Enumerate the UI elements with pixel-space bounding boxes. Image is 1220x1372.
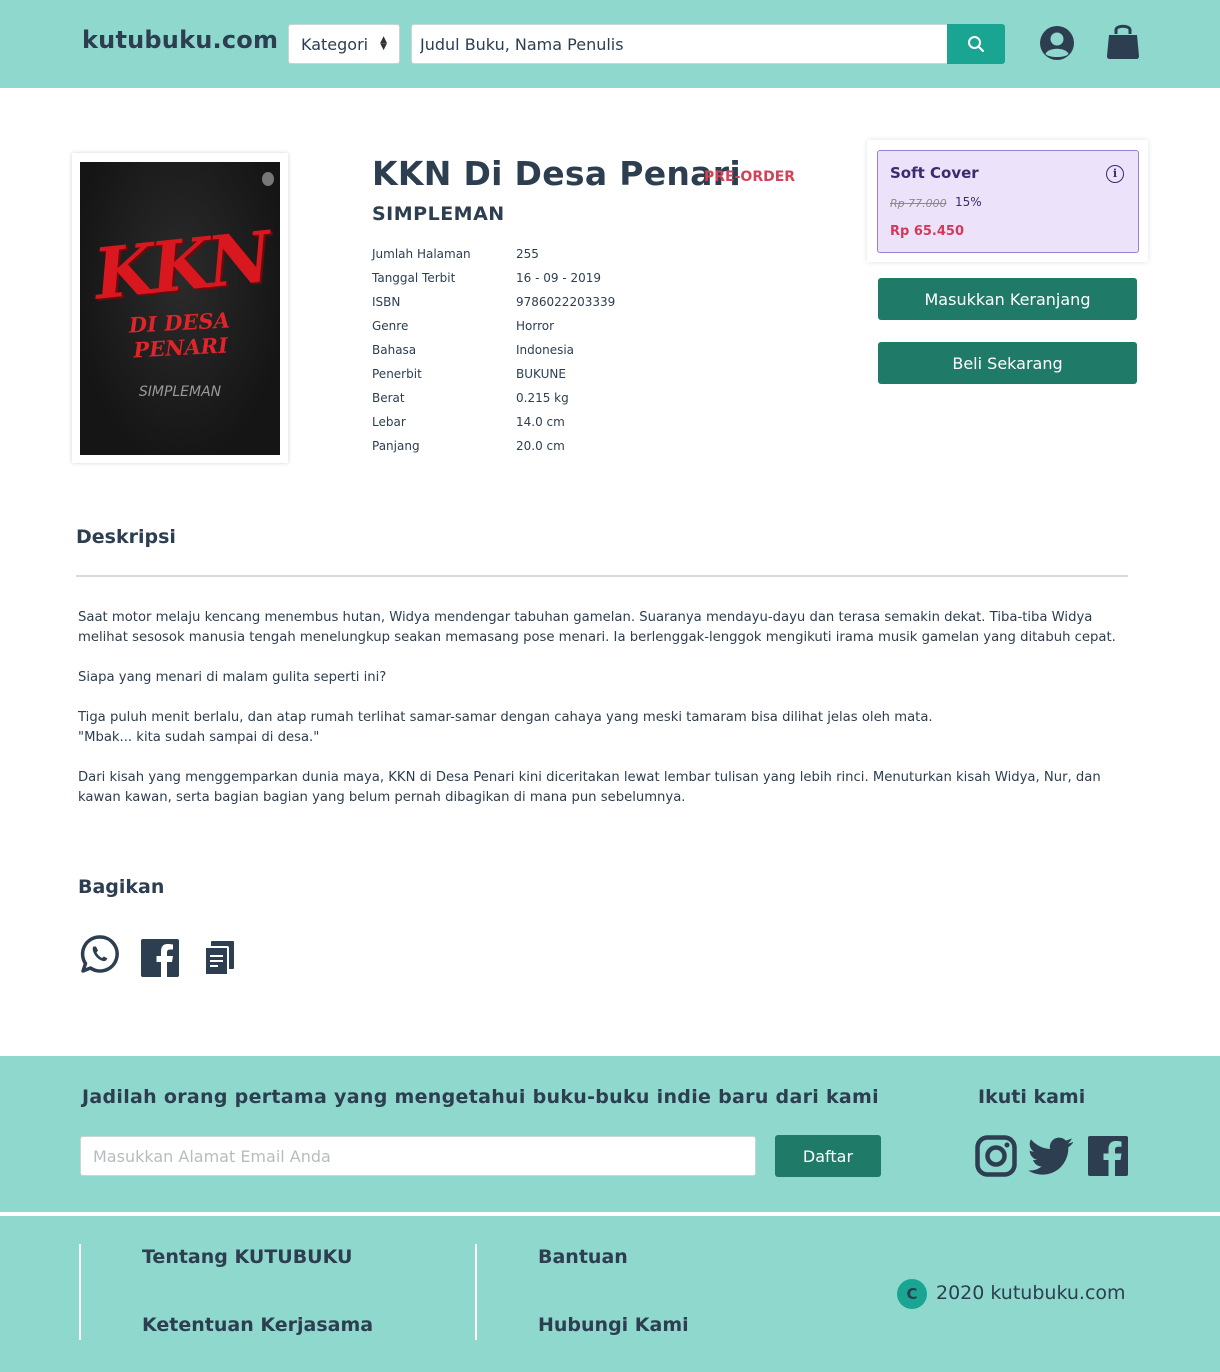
- spec-value: 16 - 09 - 2019: [516, 271, 601, 285]
- divider: [76, 575, 1128, 577]
- spec-label: Lebar: [372, 415, 406, 429]
- copy-link-icon[interactable]: [202, 940, 236, 976]
- subscribe-button[interactable]: Daftar: [775, 1135, 881, 1177]
- buy-now-button[interactable]: Beli Sekarang: [878, 342, 1137, 384]
- facebook-share-icon[interactable]: [140, 938, 180, 978]
- spec-table: Jumlah Halaman 255 Tanggal Terbit 16 - 09 …: [372, 247, 772, 463]
- user-account-icon[interactable]: [1039, 25, 1075, 61]
- spec-label: Tanggal Terbit: [372, 271, 456, 285]
- footer-link-contact[interactable]: Hubungi Kami: [538, 1314, 689, 1336]
- original-price: Rp 77.000: [890, 197, 947, 210]
- footer-divider: [79, 1244, 81, 1340]
- cover-subtitle: DI DESA PENARI: [128, 307, 231, 363]
- book-cover-image[interactable]: KKN DI DESA PENARI SIMPLEMAN: [80, 162, 280, 455]
- whatsapp-icon[interactable]: [80, 934, 120, 974]
- footer-link-help[interactable]: Bantuan: [538, 1246, 628, 1268]
- search-input[interactable]: [411, 24, 948, 64]
- footer-divider: [475, 1244, 477, 1340]
- facebook-icon[interactable]: [1087, 1135, 1129, 1177]
- instagram-icon[interactable]: [975, 1135, 1017, 1177]
- description-paragraph: Saat motor melaju kencang menembus hutan…: [78, 610, 1116, 645]
- spec-label: Genre: [372, 319, 409, 333]
- newsletter-section: Jadilah orang pertama yang mengetahui bu…: [0, 1056, 1220, 1212]
- email-field[interactable]: [80, 1136, 756, 1176]
- book-author[interactable]: SIMPLEMAN: [372, 203, 505, 225]
- description-body: Saat motor melaju kencang menembus hutan…: [78, 608, 1128, 828]
- newsletter-heading: Jadilah orang pertama yang mengetahui bu…: [82, 1086, 879, 1108]
- spec-row: Penerbit BUKUNE: [372, 367, 772, 391]
- category-select[interactable]: Kategori ▲ ▼: [288, 24, 400, 64]
- description-paragraph: Tiga puluh menit berlalu, dan atap rumah…: [78, 710, 933, 725]
- footer: Tentang KUTUBUKU Ketentuan Kerjasama Ban…: [0, 1216, 1220, 1372]
- spec-value: 14.0 cm: [516, 415, 565, 429]
- add-to-cart-button[interactable]: Masukkan Keranjang: [878, 278, 1137, 320]
- price-card: Soft Cover i Rp 77.000 15% Rp 65.450: [867, 140, 1148, 262]
- spec-row: Jumlah Halaman 255: [372, 247, 772, 271]
- cover-title: KKN: [90, 215, 272, 316]
- footer-link-partnership[interactable]: Ketentuan Kerjasama: [142, 1314, 373, 1336]
- spec-value: BUKUNE: [516, 367, 566, 381]
- format-option-soft-cover[interactable]: Soft Cover i Rp 77.000 15% Rp 65.450: [877, 150, 1139, 253]
- spec-label: Penerbit: [372, 367, 422, 381]
- spec-row: Genre Horror: [372, 319, 772, 343]
- preorder-badge: PRE-ORDER: [704, 169, 796, 185]
- spec-row: Tanggal Terbit 16 - 09 - 2019: [372, 271, 772, 295]
- discount-percent: 15%: [955, 195, 982, 209]
- spec-label: ISBN: [372, 295, 401, 309]
- search-icon: [968, 36, 984, 52]
- spec-value: 255: [516, 247, 539, 261]
- header: kutubuku.com Kategori ▲ ▼: [0, 0, 1220, 88]
- twitter-icon[interactable]: [1028, 1137, 1074, 1177]
- spec-value: 20.0 cm: [516, 439, 565, 453]
- spec-value: 9786022203339: [516, 295, 616, 309]
- select-arrows-icon: ▲ ▼: [380, 35, 387, 52]
- share-heading: Bagikan: [78, 876, 165, 898]
- search-button[interactable]: [947, 24, 1005, 64]
- category-select-label: Kategori: [301, 34, 369, 54]
- spec-label: Jumlah Halaman: [372, 247, 471, 261]
- discounted-price: Rp 65.450: [890, 224, 965, 239]
- spec-label: Panjang: [372, 439, 420, 453]
- site-logo[interactable]: kutubuku.com: [82, 26, 278, 54]
- copyright-text: 2020 kutubuku.com: [936, 1281, 1126, 1304]
- book-cover-frame: KKN DI DESA PENARI SIMPLEMAN: [72, 153, 288, 463]
- footer-link-about[interactable]: Tentang KUTUBUKU: [142, 1246, 352, 1268]
- description-heading: Deskripsi: [76, 526, 176, 548]
- spec-row: Lebar 14.0 cm: [372, 415, 772, 439]
- spec-row: ISBN 9786022203339: [372, 295, 772, 319]
- copyright: C 2020 kutubuku.com: [897, 1276, 1126, 1309]
- spec-value: Horror: [516, 319, 555, 333]
- description-paragraph: Dari kisah yang menggemparkan dunia maya…: [78, 770, 1101, 805]
- copyright-icon: C: [897, 1279, 927, 1309]
- spec-label: Berat: [372, 391, 405, 405]
- info-icon[interactable]: i: [1106, 165, 1124, 183]
- description-paragraph: Siapa yang menari di malam gulita sepert…: [78, 670, 387, 685]
- spec-row: Panjang 20.0 cm: [372, 439, 772, 463]
- follow-heading: Ikuti kami: [978, 1086, 1086, 1108]
- spec-value: Indonesia: [516, 343, 575, 357]
- description-paragraph: "Mbak... kita sudah sampai di desa.": [78, 730, 320, 745]
- spec-row: Bahasa Indonesia: [372, 343, 772, 367]
- cover-author: SIMPLEMAN: [138, 384, 222, 400]
- shopping-bag-icon[interactable]: [1106, 22, 1140, 60]
- format-name: Soft Cover: [890, 164, 979, 182]
- book-title: KKN Di Desa Penari: [372, 154, 741, 193]
- spec-row: Berat 0.215 kg: [372, 391, 772, 415]
- spec-label: Bahasa: [372, 343, 417, 357]
- publisher-emblem-icon: [262, 172, 274, 186]
- spec-value: 0.215 kg: [516, 391, 569, 405]
